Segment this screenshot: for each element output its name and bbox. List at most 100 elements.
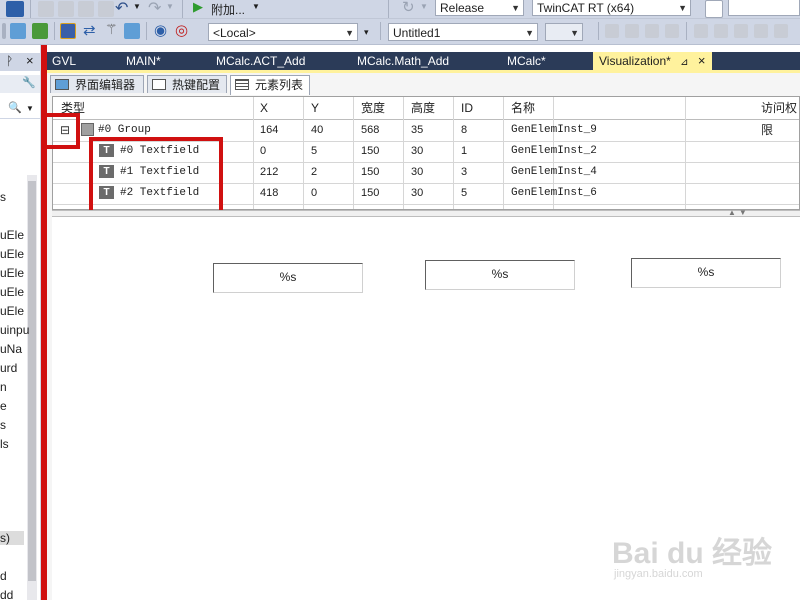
- plc-instance-select[interactable]: ▼: [545, 23, 583, 41]
- login-icon[interactable]: [605, 24, 619, 38]
- tree-item[interactable]: s: [0, 190, 6, 204]
- tab-element-list[interactable]: 元素列表: [230, 75, 310, 95]
- annotation-box-textfields: [89, 137, 223, 215]
- close-icon[interactable]: ×: [698, 53, 706, 68]
- textfield-element[interactable]: %s: [631, 258, 781, 288]
- textfield-element[interactable]: %s: [425, 260, 575, 290]
- grid-line: [353, 97, 354, 209]
- close-icon[interactable]: ×: [26, 53, 34, 68]
- logout-icon[interactable]: [665, 24, 679, 38]
- grid-line: [503, 97, 504, 209]
- redo-dropdown-icon[interactable]: ▼: [166, 2, 174, 11]
- breakpoint-icon[interactable]: [754, 24, 768, 38]
- twincat-config-icon[interactable]: [10, 23, 26, 39]
- find-icon[interactable]: [705, 0, 723, 18]
- row-name: GenElemInst_9: [511, 124, 597, 136]
- pin-icon[interactable]: ⊿: [680, 57, 688, 68]
- tree-item[interactable]: s: [0, 418, 6, 432]
- scrollbar-thumb[interactable]: [28, 181, 36, 581]
- paste-icon[interactable]: [78, 1, 94, 17]
- choose-target-system-select[interactable]: <Local> ▼: [208, 23, 358, 41]
- scan-wand-icon[interactable]: ⚚: [105, 21, 118, 38]
- toolbar-overflow-icon[interactable]: ▾: [364, 27, 369, 38]
- toolbar-separator: [30, 0, 31, 18]
- wrench-icon[interactable]: 🔧: [22, 76, 36, 89]
- tree-item[interactable]: uNa: [0, 342, 22, 356]
- twincat-toolbar: ⇄ ⚚ ◉ ◎ <Local> ▼ ▾ Untitled1 ▼ ▼: [0, 19, 800, 45]
- tree-item-selected[interactable]: s): [0, 531, 24, 545]
- redo-icon[interactable]: ↷: [148, 0, 161, 18]
- toggle-free-run-icon[interactable]: [124, 23, 140, 39]
- solution-platform-value: TwinCAT RT (x64): [537, 1, 635, 15]
- solution-platform-select[interactable]: TwinCAT RT (x64) ▼: [532, 0, 691, 16]
- restart-twincat-icon[interactable]: [60, 23, 76, 39]
- tab-mcalc-math-add[interactable]: MCalc.Math_Add: [357, 52, 449, 70]
- row-id: 8: [461, 124, 468, 136]
- tree-item[interactable]: uinpu: [0, 323, 29, 337]
- toolbar-separator: [388, 0, 389, 18]
- tree-item[interactable]: n: [0, 380, 7, 394]
- tree-item[interactable]: uEle: [0, 247, 24, 261]
- tab-interface-editor-label: 界面编辑器: [75, 78, 136, 92]
- refresh-icon[interactable]: ↻: [402, 0, 415, 16]
- tree-item[interactable]: e: [0, 399, 7, 413]
- search-dropdown-icon[interactable]: ▼: [26, 104, 34, 113]
- start-icon[interactable]: [625, 24, 639, 38]
- copy-icon[interactable]: [58, 1, 74, 17]
- solution-configuration-select[interactable]: Release ▼: [435, 0, 524, 16]
- reload-icon[interactable]: ⇄: [83, 21, 96, 39]
- tab-gvl[interactable]: GVL: [52, 52, 76, 70]
- step-out-icon[interactable]: [734, 24, 748, 38]
- window-icon: [55, 79, 69, 90]
- column-header-height[interactable]: 高度: [411, 97, 435, 119]
- undo-dropdown-icon[interactable]: ▼: [133, 2, 141, 11]
- tab-hotkey-config[interactable]: 热键配置: [147, 75, 227, 93]
- panel-scrollbar[interactable]: [27, 175, 37, 600]
- target-icon[interactable]: ◎: [175, 21, 188, 39]
- column-header-x[interactable]: X: [260, 97, 268, 119]
- tree-item[interactable]: uEle: [0, 304, 24, 318]
- tab-visualization[interactable]: Visualization* ⊿ ×: [593, 52, 712, 70]
- cut-icon[interactable]: [38, 1, 54, 17]
- tab-mcalc-act-add[interactable]: MCalc.ACT_Add: [216, 52, 305, 70]
- tree-item[interactable]: urd: [0, 361, 17, 375]
- row-height: 30: [411, 145, 424, 157]
- attach-dropdown-icon[interactable]: ▼: [252, 2, 260, 11]
- column-header-y[interactable]: Y: [311, 97, 319, 119]
- tree-item[interactable]: d: [0, 569, 7, 583]
- column-header-name[interactable]: 名称: [511, 97, 535, 119]
- tree-item[interactable]: uEle: [0, 285, 24, 299]
- tab-mcalc[interactable]: MCalc*: [507, 52, 546, 70]
- watermark-url: jingyan.baidu.com: [614, 568, 703, 580]
- attach-play-icon[interactable]: ▶: [193, 0, 203, 15]
- stop-icon[interactable]: [645, 24, 659, 38]
- attach-button[interactable]: 附加...: [211, 1, 245, 18]
- tree-item[interactable]: uEle: [0, 266, 24, 280]
- solution-explorer-icon[interactable]: [6, 1, 24, 17]
- tree-item[interactable]: ls: [0, 437, 9, 451]
- pane-splitter[interactable]: ▲▼: [52, 208, 800, 217]
- grid-line: [403, 97, 404, 209]
- refresh-dropdown-icon[interactable]: ▼: [420, 2, 428, 11]
- tab-visualization-label: Visualization*: [599, 54, 671, 68]
- textfield-element[interactable]: %s: [213, 263, 363, 293]
- column-header-id[interactable]: ID: [461, 97, 473, 119]
- toggle-breakpoint-icon[interactable]: [774, 24, 788, 38]
- panel-toolbar: 🔧: [0, 75, 40, 93]
- quick-launch-box[interactable]: [728, 0, 800, 16]
- step-over-icon[interactable]: [714, 24, 728, 38]
- column-header-access[interactable]: 访问权限: [761, 97, 799, 137]
- tree-item[interactable]: uEle: [0, 228, 24, 242]
- delete-icon[interactable]: [98, 1, 114, 17]
- tab-interface-editor[interactable]: 界面编辑器: [50, 75, 144, 93]
- splitter-arrows-icon[interactable]: ▲▼: [728, 208, 750, 217]
- plc-project-select[interactable]: Untitled1 ▼: [388, 23, 538, 41]
- column-header-width[interactable]: 宽度: [361, 97, 385, 119]
- panel-search-box[interactable]: 🔍 ▼: [0, 100, 40, 119]
- tab-main[interactable]: MAIN*: [126, 52, 161, 70]
- activate-configuration-icon[interactable]: [32, 23, 48, 39]
- step-into-icon[interactable]: [694, 24, 708, 38]
- show-online-icon[interactable]: ◉: [154, 21, 167, 39]
- pin-icon[interactable]: ᚹ: [6, 54, 13, 68]
- undo-icon[interactable]: ↶: [115, 0, 128, 18]
